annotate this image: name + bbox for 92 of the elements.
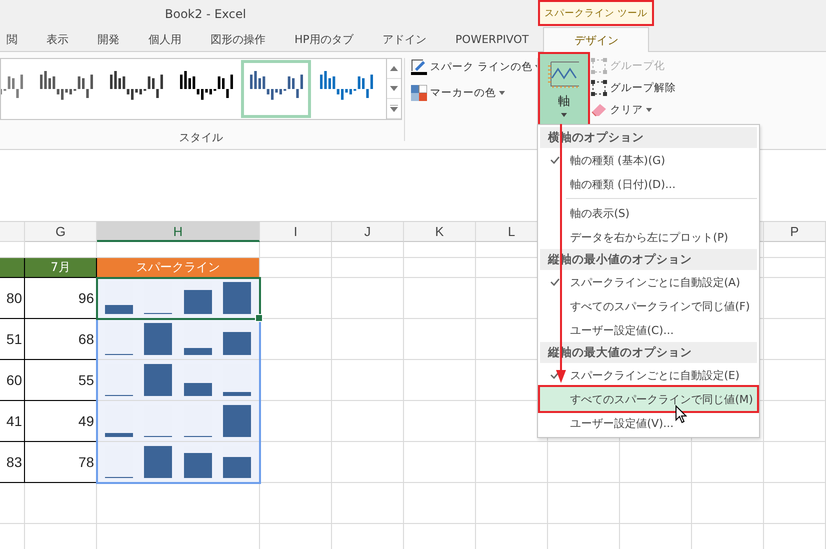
empty-cell <box>764 258 826 278</box>
contextual-tab-label: スパークライン ツール <box>538 0 654 26</box>
more-icon <box>390 105 398 112</box>
empty-cell <box>692 442 764 483</box>
ribbon-tab[interactable]: 表示 <box>32 27 83 51</box>
table-cell: 83 <box>0 442 25 483</box>
up-triangle-icon <box>390 66 398 71</box>
mouse-pointer-icon <box>675 405 687 424</box>
menu-item[interactable]: すべてのスパークラインで同じ値(M) <box>540 387 757 411</box>
menu-item[interactable]: 軸の種類 (基本)(G) <box>540 148 757 172</box>
table-cell: 68 <box>25 319 97 360</box>
empty-cell <box>620 442 692 483</box>
table-cell: 51 <box>0 319 25 360</box>
checkmark-icon <box>550 371 560 379</box>
caret-icon <box>561 113 567 117</box>
ribbon-tab[interactable]: 図形の操作 <box>196 27 280 51</box>
marker-color-button[interactable]: マーカーの色 <box>411 82 533 104</box>
table-cell: 80 <box>0 278 25 319</box>
table-cell: 49 <box>25 401 97 442</box>
ribbon-tab[interactable]: デザイン <box>543 27 650 52</box>
down-triangle-icon <box>390 86 398 91</box>
sparkline-color-button[interactable]: スパーク ラインの色 <box>411 56 533 78</box>
caret-icon <box>499 91 505 95</box>
empty-cell <box>548 483 620 524</box>
empty-cell <box>332 483 404 524</box>
column-header[interactable]: I <box>260 222 332 242</box>
empty-cell <box>764 242 826 258</box>
ungroup-button[interactable]: グループ解除 <box>591 77 676 99</box>
empty-cell <box>25 483 97 524</box>
menu-item[interactable]: ユーザー設定値(C)... <box>540 318 757 342</box>
caret-icon <box>646 108 652 112</box>
empty-cell <box>620 483 692 524</box>
group-icon <box>591 80 607 96</box>
empty-cell <box>260 242 332 258</box>
menu-item[interactable]: 軸の表示(S) <box>540 201 757 225</box>
menu-item[interactable]: スパークラインごとに自動設定(A) <box>540 270 757 294</box>
ribbon-tab[interactable]: HP用のタブ <box>280 27 368 51</box>
axis-chart-icon <box>547 60 581 90</box>
empty-cell <box>332 258 404 278</box>
empty-cell <box>260 483 332 524</box>
menu-item[interactable]: すべてのスパークラインで同じ値(F) <box>540 294 757 318</box>
ribbon-tab[interactable]: 個人用 <box>134 27 196 51</box>
ribbon-tab[interactable]: POWERPIVOT <box>440 27 544 51</box>
sparkline-style-thumbnail[interactable] <box>241 60 311 118</box>
empty-cell <box>332 360 404 401</box>
clear-button[interactable]: クリア <box>591 99 676 121</box>
column-header[interactable]: K <box>404 222 476 242</box>
table-header-cell: 7月 <box>25 258 97 278</box>
empty-cell <box>332 242 404 258</box>
empty-cell <box>548 442 620 483</box>
marker-color-icon <box>411 85 427 101</box>
group-label: スタイル <box>179 130 223 145</box>
empty-cell <box>764 360 826 401</box>
table-header-cell: スパークライン <box>97 258 260 278</box>
table-cell: 41 <box>0 401 25 442</box>
menu-item[interactable]: ユーザー設定値(V)... <box>540 411 757 435</box>
empty-cell <box>332 319 404 360</box>
empty-cell <box>404 442 476 483</box>
empty-cell <box>332 442 404 483</box>
column-header[interactable]: P <box>764 222 826 242</box>
empty-cell <box>764 278 826 319</box>
empty-cell <box>476 442 548 483</box>
table-header-cell <box>0 258 25 278</box>
empty-cell <box>764 401 826 442</box>
empty-cell <box>764 319 826 360</box>
checkmark-icon <box>550 278 560 286</box>
empty-cell <box>332 401 404 442</box>
empty-cell <box>0 483 25 524</box>
window-title: Book2 - Excel <box>164 6 246 20</box>
group-icon <box>591 58 607 74</box>
ribbon-tab[interactable]: アドイン <box>368 27 441 51</box>
ribbon-tab[interactable]: 開発 <box>83 27 134 51</box>
fill-handle[interactable] <box>255 314 263 322</box>
column-header[interactable]: J <box>332 222 404 242</box>
empty-cell <box>404 483 476 524</box>
table-cell: 78 <box>25 442 97 483</box>
column-header[interactable]: H <box>97 222 260 242</box>
eraser-icon <box>591 103 607 117</box>
checkmark-icon <box>550 156 560 164</box>
table-cell: 60 <box>0 360 25 401</box>
menu-item[interactable]: スパークラインごとに自動設定(E) <box>540 363 757 387</box>
empty-cell <box>332 278 404 319</box>
pen-color-icon <box>411 59 427 75</box>
table-cell: 55 <box>25 360 97 401</box>
empty-cell <box>764 483 826 524</box>
empty-cell <box>692 483 764 524</box>
empty-cell <box>476 483 548 524</box>
empty-cell <box>764 442 826 483</box>
empty-cell <box>404 401 476 442</box>
axis-button[interactable]: 軸 <box>540 54 588 127</box>
ribbon-tab[interactable]: 閲 <box>0 27 32 51</box>
menu-item[interactable]: 軸の種類 (日付)(D)... <box>540 172 757 196</box>
